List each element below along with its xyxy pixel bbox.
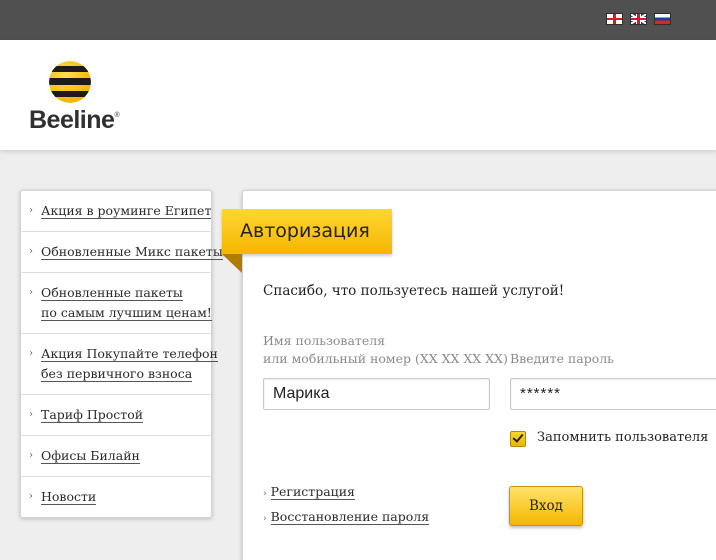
username-label: Имя пользователя или мобильный номер (XX… (263, 333, 508, 366)
chevron-right-icon: › (29, 491, 33, 502)
sidebar-item-label[interactable]: Акция Покупайте телефон (41, 346, 218, 362)
russian-flag-icon[interactable] (654, 13, 671, 25)
beeline-logo-text[interactable]: Beeline® (29, 106, 120, 135)
username-input[interactable] (263, 378, 490, 410)
sidebar-item-label[interactable]: Офисы Билайн (41, 448, 140, 464)
thanks-message: Спасибо, что пользуетесь нашей услугой! (263, 283, 565, 299)
recover-password-label[interactable]: Восстановление пароля (270, 509, 430, 525)
password-input[interactable]: ****** (510, 378, 716, 410)
chevron-right-icon: › (29, 409, 33, 420)
sidebar-item-label[interactable]: Обновленные Микс пакеты (41, 244, 223, 260)
chevron-right-icon: › (29, 205, 33, 216)
sidebar-item-tariff-simple[interactable]: › Тариф Простой (21, 395, 211, 436)
auth-title-ribbon: Авторизация (222, 209, 392, 254)
chevron-right-icon: › (29, 348, 33, 359)
chevron-right-icon: › (29, 287, 33, 298)
beeline-logo-icon[interactable] (49, 61, 91, 103)
recover-password-link[interactable]: › Восстановление пароля (263, 509, 430, 525)
sidebar-item-egypt-roaming[interactable]: › Акция в роуминге Египет (21, 191, 212, 232)
top-bar (0, 0, 716, 40)
promo-sidebar: › Акция в роуминге Египет › Обновленные … (20, 190, 223, 518)
ribbon-fold (222, 254, 242, 273)
chevron-right-icon: › (263, 514, 267, 524)
remember-checkbox[interactable] (510, 431, 526, 447)
sidebar-item-label[interactable]: Новости (41, 489, 97, 505)
sidebar-item-offices[interactable]: › Офисы Билайн (21, 436, 211, 477)
register-link-label[interactable]: Регистрация (270, 484, 355, 500)
chevron-right-icon: › (263, 489, 267, 499)
remember-label[interactable]: Запомнить пользователя (537, 430, 708, 445)
sidebar-item-news[interactable]: › Новости (21, 477, 211, 518)
checkmark-icon (512, 431, 524, 443)
sidebar-item-label[interactable]: Тариф Простой (41, 407, 144, 423)
chevron-right-icon: › (29, 450, 33, 461)
registered-mark-icon: ® (114, 112, 120, 119)
sidebar-item-updated-packages[interactable]: › Обновленные пакеты по самым лучшим цен… (21, 273, 212, 334)
sidebar-item-label[interactable]: Обновленные пакеты (41, 285, 183, 301)
sidebar-item-label[interactable]: по самым лучшим ценам! (41, 305, 212, 321)
georgian-flag-icon[interactable] (606, 13, 623, 25)
register-link[interactable]: › Регистрация (263, 484, 355, 500)
page-title: Авторизация (240, 220, 370, 242)
site-header: Beeline® (0, 40, 716, 150)
sidebar-item-label[interactable]: Акция в роуминге Египет (41, 203, 212, 219)
chevron-right-icon: › (29, 246, 33, 257)
sidebar-item-phone-promo[interactable]: › Акция Покупайте телефон без первичного… (21, 334, 218, 395)
login-button[interactable]: Вход (509, 486, 583, 526)
password-label: Введите пароль (510, 351, 614, 366)
sidebar-item-mix-packages[interactable]: › Обновленные Микс пакеты (21, 232, 223, 273)
sidebar-item-label[interactable]: без первичного взноса (41, 366, 193, 382)
english-flag-icon[interactable] (630, 13, 647, 25)
